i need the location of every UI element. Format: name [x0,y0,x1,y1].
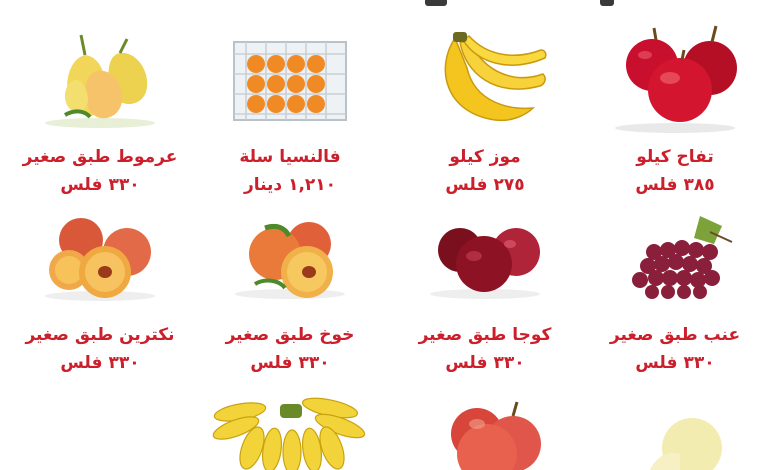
product-price: ٣٣٠ فلس [635,353,715,373]
product-name: تفاح كيلو [636,147,714,167]
product-price: ٣٨٥ فلس [635,175,715,195]
product-price: ٣٣٠ فلس [250,353,330,373]
product-name: خوخ طبق صغير [225,325,355,345]
baby-bananas-icon [195,392,385,470]
product-name: كوجا طبق صغير [418,325,552,345]
plums-icon [390,218,580,338]
product-price: ٣٣٠ فلس [60,175,140,195]
bananas-icon [390,28,580,148]
product-price: ٣٣٠ فلس [445,353,525,373]
red-apples-icon [580,20,770,140]
red-apples-small-icon [390,394,580,470]
melon-icon [580,406,770,470]
pears-icon [5,25,195,145]
red-grapes-icon [580,212,770,332]
product-name: فالنسيا سلة [239,147,341,167]
product-price: ١,٢١٠ دينار [243,175,337,195]
peaches-icon [195,214,385,334]
product-grid: تفاح كيلو ٣٨٥ فلس موز كيلو ٢٧٥ فلس فالنس… [0,0,780,470]
product-name: نكترين طبق صغير [25,325,175,345]
orange-crate-icon [195,38,385,158]
product-price: ٣٣٠ فلس [60,353,140,373]
nectarines-icon [5,212,195,332]
product-price: ٢٧٥ فلس [445,175,525,195]
product-name: عرموط طبق صغير [22,147,178,167]
product-name: عنب طبق صغير [609,325,741,345]
product-name: موز كيلو [449,147,521,167]
